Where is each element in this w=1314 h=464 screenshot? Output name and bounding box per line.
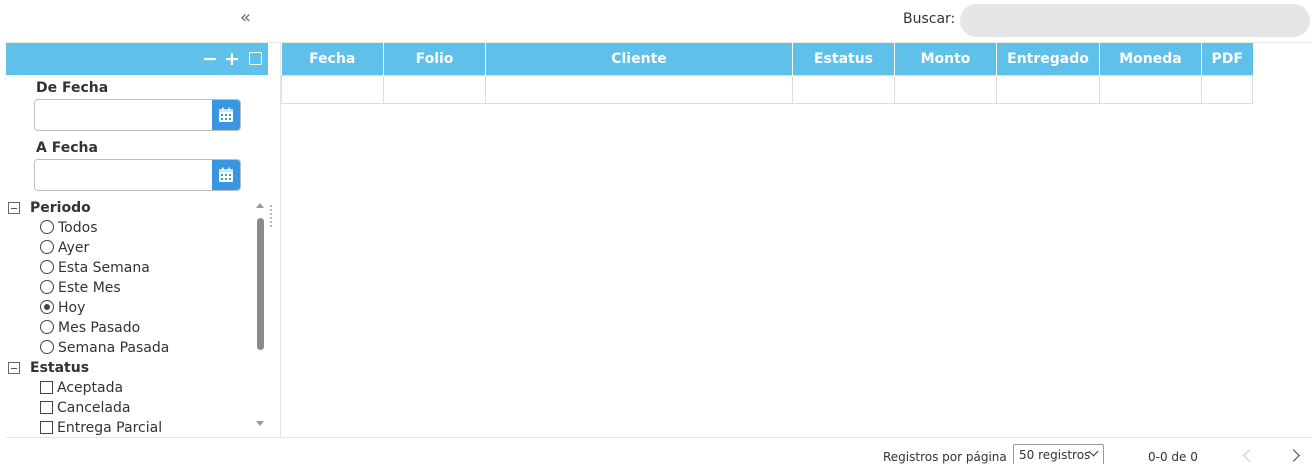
to-date-label: A Fecha xyxy=(36,140,98,156)
periodo-option-ayer[interactable]: Ayer xyxy=(6,238,256,258)
to-date-field xyxy=(34,159,241,191)
page-range-text: 0-0 de 0 xyxy=(1148,450,1198,464)
tree-group-label: Periodo xyxy=(30,200,91,216)
option-label: Ayer xyxy=(58,240,90,256)
table-cell xyxy=(996,74,1100,104)
radio-icon[interactable] xyxy=(40,280,54,294)
table-header-row: Fecha Folio Cliente Estatus Monto Entreg… xyxy=(281,43,1253,75)
periodo-option-esta-semana[interactable]: Esta Semana xyxy=(6,258,256,278)
table-row xyxy=(281,74,1253,104)
radio-selected-icon[interactable] xyxy=(40,300,54,314)
periodo-option-hoy[interactable]: Hoy xyxy=(6,298,256,318)
search-label: Buscar: xyxy=(903,11,956,27)
records-per-page-value: 50 registros xyxy=(1019,448,1091,462)
option-label: Mes Pasado xyxy=(58,320,141,336)
to-date-input[interactable] xyxy=(35,160,213,190)
column-header-fecha[interactable]: Fecha xyxy=(281,43,384,75)
option-label: Este Mes xyxy=(58,280,121,296)
column-header-moneda[interactable]: Moneda xyxy=(1099,43,1202,75)
scroll-down-arrow-icon[interactable] xyxy=(256,421,264,426)
table-cell xyxy=(1201,74,1253,104)
tree-group-estatus[interactable]: Estatus xyxy=(6,358,256,378)
filter-panel: − + De Fecha A Fecha Periodo Todos Ayer … xyxy=(6,43,268,437)
option-label: Esta Semana xyxy=(58,260,150,276)
checkbox-icon[interactable] xyxy=(40,401,53,414)
table-cell xyxy=(1099,74,1202,104)
column-header-entregado[interactable]: Entregado xyxy=(996,43,1100,75)
radio-icon[interactable] xyxy=(40,260,54,274)
table-cell xyxy=(792,74,895,104)
calendar-icon xyxy=(219,107,233,122)
option-label: Hoy xyxy=(58,300,86,316)
collapse-toggle-icon[interactable] xyxy=(8,202,20,214)
filter-panel-header: − + xyxy=(6,43,268,75)
from-date-field xyxy=(34,99,241,131)
option-label: Semana Pasada xyxy=(58,340,170,356)
records-per-page-label: Registros por página xyxy=(883,450,1007,464)
splitter-grip-icon[interactable] xyxy=(270,205,273,227)
records-per-page-select[interactable]: 50 registros xyxy=(1013,444,1104,464)
radio-icon[interactable] xyxy=(40,320,54,334)
option-label: Entrega Parcial xyxy=(57,420,163,436)
next-page-icon[interactable] xyxy=(1287,449,1300,462)
results-table: Fecha Folio Cliente Estatus Monto Entreg… xyxy=(281,43,1253,104)
column-header-pdf[interactable]: PDF xyxy=(1201,43,1253,75)
tree-group-periodo[interactable]: Periodo xyxy=(6,198,256,218)
select-all-checkbox-icon[interactable] xyxy=(249,52,262,65)
collapse-panel-icon[interactable]: « xyxy=(240,8,251,28)
table-cell xyxy=(281,74,384,104)
from-date-calendar-button[interactable] xyxy=(212,100,240,130)
periodo-option-semana-pasada[interactable]: Semana Pasada xyxy=(6,338,256,358)
search-input[interactable] xyxy=(960,4,1310,37)
periodo-option-todos[interactable]: Todos xyxy=(6,218,256,238)
column-header-estatus[interactable]: Estatus xyxy=(792,43,895,75)
from-date-input[interactable] xyxy=(35,100,213,130)
filter-scrollbar[interactable] xyxy=(256,203,266,437)
table-cell xyxy=(485,74,793,104)
column-header-cliente[interactable]: Cliente xyxy=(485,43,793,75)
checkbox-icon[interactable] xyxy=(40,381,53,394)
scroll-up-arrow-icon[interactable] xyxy=(256,203,264,208)
panel-splitter[interactable] xyxy=(268,43,281,437)
periodo-option-mes-pasado[interactable]: Mes Pasado xyxy=(6,318,256,338)
scroll-thumb[interactable] xyxy=(257,218,264,350)
column-header-monto[interactable]: Monto xyxy=(894,43,997,75)
estatus-option-aceptada[interactable]: Aceptada xyxy=(6,378,256,398)
option-label: Aceptada xyxy=(57,380,124,396)
periodo-option-este-mes[interactable]: Este Mes xyxy=(6,278,256,298)
to-date-calendar-button[interactable] xyxy=(212,160,240,190)
estatus-option-entrega-parcial[interactable]: Entrega Parcial xyxy=(6,418,256,437)
option-label: Cancelada xyxy=(57,400,131,416)
radio-icon[interactable] xyxy=(40,340,54,354)
checkbox-icon[interactable] xyxy=(40,421,53,434)
collapse-toggle-icon[interactable] xyxy=(8,362,20,374)
table-cell xyxy=(383,74,486,104)
filter-tree: Periodo Todos Ayer Esta Semana Este Mes … xyxy=(6,198,256,437)
radio-icon[interactable] xyxy=(40,240,54,254)
radio-icon[interactable] xyxy=(40,220,54,234)
estatus-option-cancelada[interactable]: Cancelada xyxy=(6,398,256,418)
option-label: Todos xyxy=(58,220,98,236)
expand-all-icon[interactable]: + xyxy=(224,49,240,69)
table-cell xyxy=(894,74,997,104)
tree-group-label: Estatus xyxy=(30,360,90,376)
collapse-all-icon[interactable]: − xyxy=(202,49,218,69)
column-header-folio[interactable]: Folio xyxy=(383,43,486,75)
from-date-label: De Fecha xyxy=(36,80,109,96)
previous-page-icon[interactable] xyxy=(1243,449,1256,462)
calendar-icon xyxy=(219,167,233,182)
bottom-divider xyxy=(6,437,1312,438)
